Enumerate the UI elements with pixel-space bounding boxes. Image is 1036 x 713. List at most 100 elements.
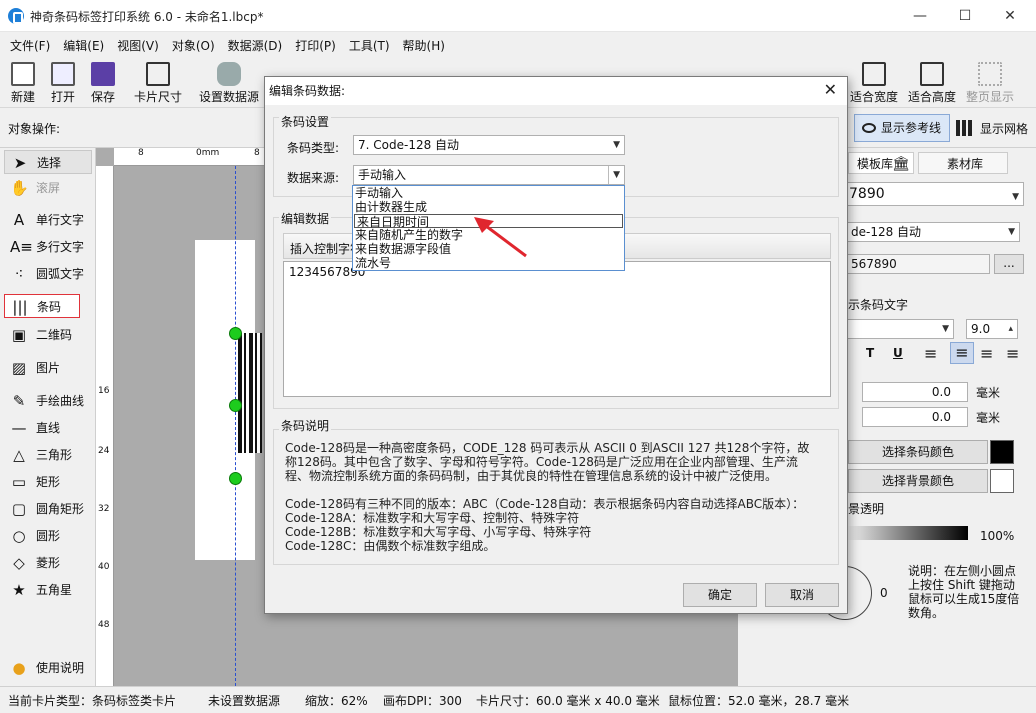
tool-barcode[interactable]: ||| 条码: [4, 294, 80, 318]
menu-file[interactable]: 文件(F): [4, 32, 56, 56]
red-arrow-icon: [474, 217, 527, 258]
handle-bottom[interactable]: [229, 472, 242, 485]
status-zoom: 缩放：62%: [305, 694, 368, 708]
barcode-data-textarea[interactable]: 1234567890: [283, 261, 831, 397]
barcode-type-select[interactable]: 7. Code-128 自动 ▼: [353, 135, 625, 155]
data-source-button[interactable]: 设置数据源: [196, 60, 262, 106]
tool-arc-text[interactable]: ⁖ 圆弧文字: [4, 262, 92, 286]
barcode-data-field[interactable]: 567890: [846, 254, 990, 274]
menu-help[interactable]: 帮助(H): [397, 32, 451, 56]
qrcode-icon: ▣: [11, 326, 27, 344]
title-bar: 神奇条码标签打印系统 6.0 - 未命名1.lbcp* — ☐ ✕: [0, 0, 1036, 32]
align-center-icon[interactable]: ≡: [950, 342, 974, 364]
show-grid-button[interactable]: 显示网格: [980, 120, 1028, 137]
menu-print[interactable]: 打印(P): [289, 32, 342, 56]
data-source-select[interactable]: 手动输入 ▼: [353, 165, 625, 185]
line-icon: —: [11, 419, 27, 437]
card-size-button[interactable]: 卡片尺寸: [130, 60, 186, 106]
show-text-label: 示条码文字: [848, 298, 909, 312]
opacity-value: 100%: [980, 529, 1015, 543]
tool-star[interactable]: ★ 五角星: [4, 578, 92, 602]
close-icon[interactable]: ✕: [995, 4, 1025, 28]
tool-select[interactable]: ➤ 选择: [4, 150, 92, 174]
fit-height-icon: [920, 62, 944, 86]
tool-scroll[interactable]: ✋ 滚屏: [4, 176, 92, 200]
save-button[interactable]: 保存: [86, 60, 120, 106]
app-icon: [8, 8, 24, 24]
barcode-type-combo[interactable]: de-128 自动 ▼: [846, 222, 1020, 242]
align-justify-icon[interactable]: ≡: [1006, 344, 1019, 363]
barcode-value-combo[interactable]: 7890 ▼: [846, 182, 1024, 206]
tool-multi-text[interactable]: A≡ 多行文字: [4, 235, 92, 259]
tool-triangle[interactable]: △ 三角形: [4, 443, 92, 467]
handle-top[interactable]: [229, 327, 242, 340]
bulb-icon: ●: [12, 659, 26, 677]
hand-icon: ✋: [10, 179, 29, 197]
offset-x-stepper[interactable]: 0.0: [862, 382, 968, 402]
align-left-icon[interactable]: ≡: [924, 344, 937, 363]
circle-icon: ○: [12, 527, 26, 545]
tool-qrcode[interactable]: ▣ 二维码: [4, 323, 92, 347]
barcode-object[interactable]: [238, 333, 262, 453]
unit-label-1: 毫米: [976, 386, 1001, 400]
menu-object[interactable]: 对象(O): [166, 32, 221, 56]
barcode-type-label: 条码类型:: [287, 141, 340, 155]
menu-datasource[interactable]: 数据源(D): [222, 32, 289, 56]
open-button[interactable]: 打开: [46, 60, 80, 106]
edit-barcode-dialog: 编辑条码数据: ✕ 条码设置 条码类型: 7. Code-128 自动 ▼ 数据来…: [264, 76, 848, 614]
bar-color-swatch[interactable]: [990, 440, 1014, 464]
bank-icon: 🏛: [892, 156, 910, 172]
dialog-title-bar: 编辑条码数据:: [265, 77, 847, 105]
tool-freehand[interactable]: ✎ 手绘曲线: [4, 389, 92, 413]
tool-rectangle[interactable]: ▭ 矩形: [4, 470, 92, 494]
maximize-icon[interactable]: ☐: [950, 4, 980, 28]
rounded-rect-icon: ▢: [11, 500, 27, 518]
select-bar-color-button[interactable]: 选择条码颜色: [848, 440, 988, 464]
offset-y-stepper[interactable]: 0.0: [862, 407, 968, 427]
select-bg-color-button[interactable]: 选择背景颜色: [848, 469, 988, 493]
more-button[interactable]: ...: [994, 254, 1024, 274]
cancel-button[interactable]: 取消: [765, 583, 839, 607]
align-right-icon[interactable]: ≡: [980, 344, 993, 363]
tool-help[interactable]: ● 使用说明: [4, 656, 92, 680]
fit-page-button[interactable]: 整页显示: [964, 60, 1016, 106]
opacity-slider[interactable]: [848, 526, 968, 540]
dialog-close-icon[interactable]: ✕: [824, 80, 837, 99]
tool-single-text[interactable]: A 单行文字: [4, 208, 92, 232]
status-datasource: 未设置数据源: [208, 694, 281, 708]
tool-rounded-rect[interactable]: ▢ 圆角矩形: [4, 497, 92, 521]
tool-image[interactable]: ▨ 图片: [4, 356, 92, 380]
underline-icon[interactable]: U: [893, 346, 903, 360]
status-bar: 当前卡片类型：条码标签类卡片 未设置数据源 缩放：62% 画布DPI：300 卡…: [0, 686, 1036, 713]
window-title: 神奇条码标签打印系统 6.0 - 未命名1.lbcp*: [30, 10, 264, 24]
strike-icon[interactable]: T: [866, 346, 874, 360]
menu-edit[interactable]: 编辑(E): [57, 32, 110, 56]
tool-line[interactable]: — 直线: [4, 416, 92, 440]
bg-color-swatch[interactable]: [990, 469, 1014, 493]
unit-label-2: 毫米: [976, 411, 1001, 425]
fit-width-button[interactable]: 适合宽度: [848, 60, 900, 106]
handle-mid[interactable]: [229, 399, 242, 412]
diamond-icon: ◇: [13, 554, 25, 572]
guide-line: [235, 166, 236, 686]
eye-icon: [862, 123, 876, 133]
barcode-desc-label: 条码说明: [279, 417, 332, 434]
menu-view[interactable]: 视图(V): [111, 32, 165, 56]
ok-button[interactable]: 确定: [683, 583, 757, 607]
minimize-icon[interactable]: —: [905, 4, 935, 28]
option-counter[interactable]: 由计数器生成: [353, 200, 624, 214]
font-combo[interactable]: ▼: [846, 319, 954, 339]
tool-diamond[interactable]: ◇ 菱形: [4, 551, 92, 575]
menu-tools[interactable]: 工具(T): [343, 32, 396, 56]
new-button[interactable]: 新建: [6, 60, 40, 106]
barcode-settings-label: 条码设置: [279, 113, 332, 130]
tab-material-library[interactable]: 素材库: [918, 152, 1008, 174]
cursor-icon: ➤: [13, 154, 27, 172]
status-mouse-pos: 鼠标位置：52.0 毫米，28.7 毫米: [668, 694, 850, 708]
fit-height-button[interactable]: 适合高度: [906, 60, 958, 106]
option-manual[interactable]: 手动输入: [353, 186, 624, 200]
tool-circle[interactable]: ○ 圆形: [4, 524, 92, 548]
card-size-icon: [146, 62, 170, 86]
barcode-icon: |||: [12, 298, 28, 316]
font-size-stepper[interactable]: 9.0 ▴: [966, 319, 1018, 339]
